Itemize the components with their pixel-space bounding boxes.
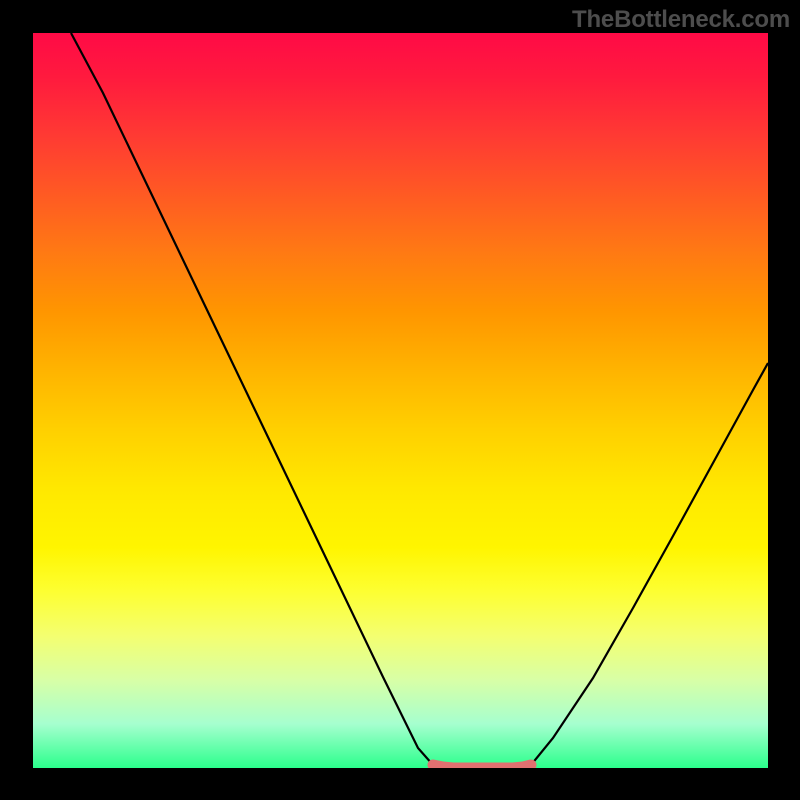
chart-stage: TheBottleneck.com: [0, 0, 800, 800]
optimal-marker-path: [433, 765, 531, 768]
plot-area: [33, 33, 768, 768]
marker-layer: [33, 33, 768, 768]
watermark-label: TheBottleneck.com: [572, 6, 790, 34]
